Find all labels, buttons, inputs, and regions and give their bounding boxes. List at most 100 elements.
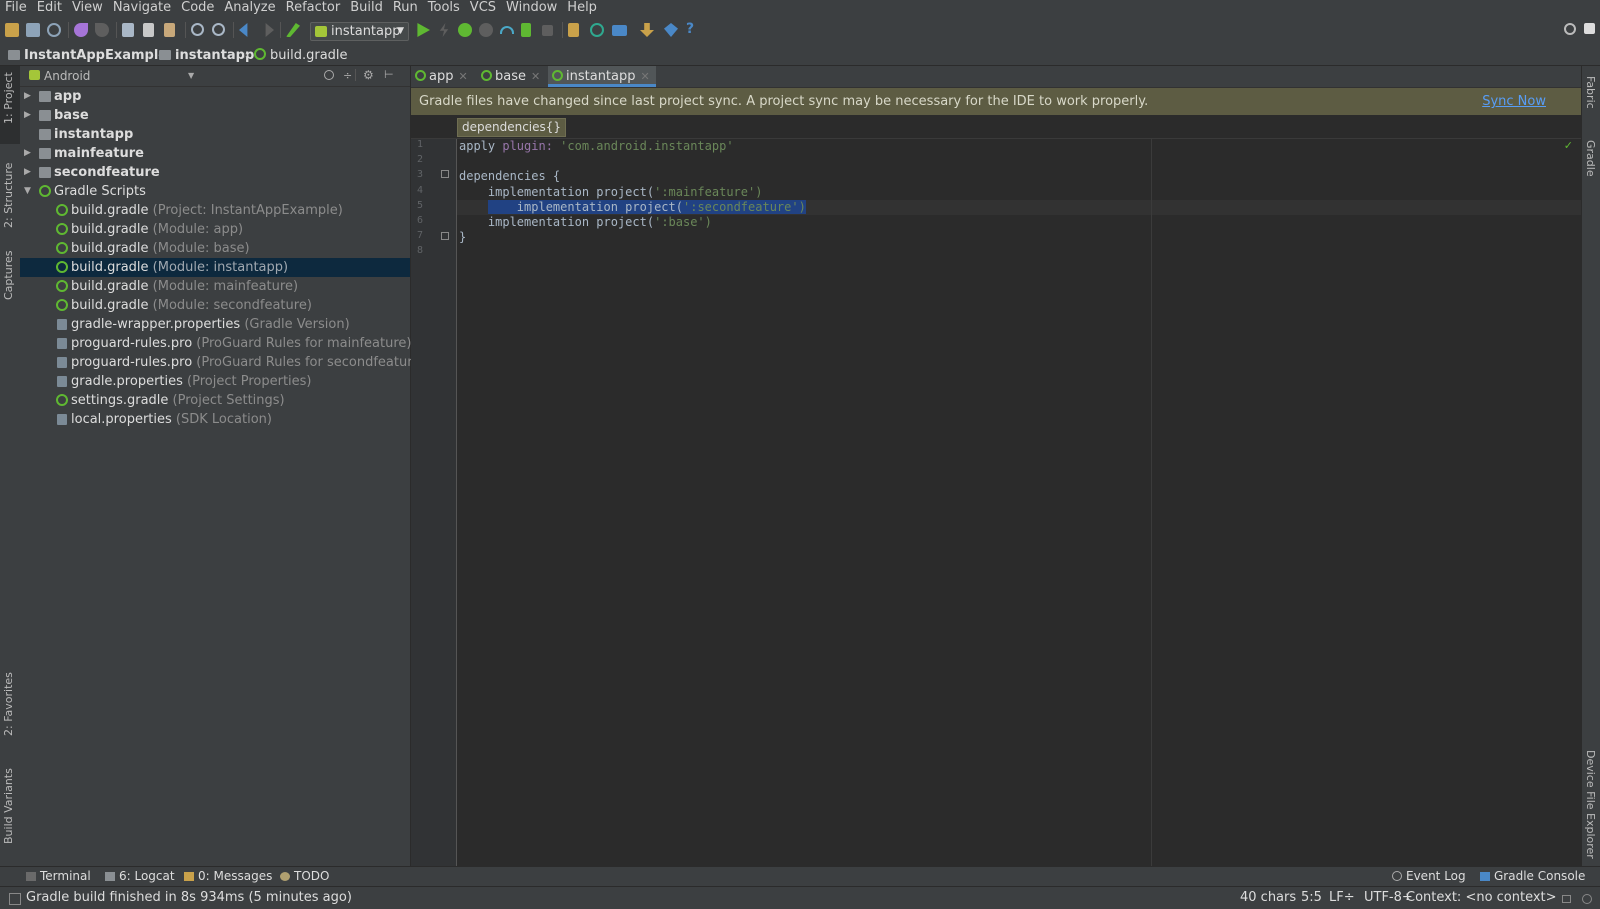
toggle-tool-windows-icon[interactable] xyxy=(9,893,21,905)
code-editor[interactable]: apply plugin: 'com.android.instantapp' d… xyxy=(457,139,1581,866)
logcat-tab[interactable]: 6: Logcat xyxy=(105,867,175,886)
undo-icon[interactable] xyxy=(74,23,88,37)
tree-item-settings-gradle[interactable]: settings.gradle (Project Settings) xyxy=(20,391,410,410)
chevron-right-icon[interactable]: ▶ xyxy=(24,144,31,163)
forward-icon[interactable] xyxy=(265,23,274,37)
android-device-monitor-icon[interactable] xyxy=(664,23,678,37)
tab-app[interactable]: app ✕ xyxy=(411,66,474,87)
tab-base[interactable]: base ✕ xyxy=(477,66,546,87)
messages-tab[interactable]: 0: Messages xyxy=(184,867,272,886)
tool-tab-build-variants[interactable]: Build Variants xyxy=(0,756,20,846)
tree-item-proguard-secondfeature[interactable]: proguard-rules.pro (ProGuard Rules for s… xyxy=(20,353,425,372)
sync-now-link[interactable]: Sync Now xyxy=(1482,88,1546,115)
tool-tab-project[interactable]: 1: Project xyxy=(0,66,20,144)
redo-icon[interactable] xyxy=(95,23,109,37)
tree-item-app[interactable]: ▶ app xyxy=(20,87,410,106)
cut-icon[interactable] xyxy=(122,23,134,37)
chevron-right-icon[interactable]: ▶ xyxy=(24,106,31,125)
menu-run[interactable]: Run xyxy=(388,0,423,15)
breadcrumb-module[interactable]: instantapp xyxy=(159,46,254,65)
run-icon[interactable] xyxy=(417,23,430,37)
terminal-tab[interactable]: Terminal xyxy=(26,867,91,886)
tree-item-local-properties[interactable]: local.properties (SDK Location) xyxy=(20,410,410,429)
menu-vcs[interactable]: VCS xyxy=(465,0,501,15)
paste-icon[interactable] xyxy=(164,23,175,37)
tree-item-gradle-scripts[interactable]: ▼ Gradle Scripts xyxy=(20,182,410,201)
tool-tab-captures[interactable]: Captures xyxy=(0,238,20,308)
coverage-icon[interactable] xyxy=(521,23,531,37)
tree-item-base[interactable]: ▶ base xyxy=(20,106,410,125)
find-icon[interactable] xyxy=(191,23,204,36)
hide-panel-icon[interactable]: ⊢ xyxy=(384,68,394,81)
stop-icon[interactable] xyxy=(542,25,553,36)
chevron-down-icon[interactable]: ▼ xyxy=(24,182,31,201)
tree-item-mainfeature[interactable]: ▶ mainfeature xyxy=(20,144,410,163)
tree-item-proguard-mainfeature[interactable]: proguard-rules.pro (ProGuard Rules for m… xyxy=(20,334,411,353)
menu-refactor[interactable]: Refactor xyxy=(281,0,346,15)
copy-icon[interactable] xyxy=(143,23,154,37)
run-configuration-dropdown[interactable]: instantapp ▼ xyxy=(310,22,409,41)
close-icon[interactable]: ✕ xyxy=(531,70,540,83)
chevron-right-icon[interactable]: ▶ xyxy=(24,163,31,182)
profile-icon[interactable] xyxy=(500,26,514,34)
tree-item-build-gradle-instantapp[interactable]: build.gradle (Module: instantapp) xyxy=(20,258,410,277)
gradle-console-tab[interactable]: Gradle Console xyxy=(1480,867,1585,886)
breadcrumb-project[interactable]: InstantAppExample xyxy=(8,46,167,65)
status-caret-position[interactable]: 5:5 xyxy=(1301,887,1322,909)
project-structure-icon[interactable] xyxy=(612,25,627,36)
debug-icon[interactable] xyxy=(458,23,472,37)
back-icon[interactable] xyxy=(239,23,248,37)
inspector-icon[interactable] xyxy=(1582,894,1592,904)
tree-item-gradle-properties[interactable]: gradle.properties (Project Properties) xyxy=(20,372,410,391)
menu-window[interactable]: Window xyxy=(501,0,562,15)
collapse-all-icon[interactable]: ÷ xyxy=(343,69,352,82)
chevron-down-icon[interactable]: ▼ xyxy=(188,66,194,86)
fold-icon[interactable] xyxy=(441,232,449,240)
menu-view[interactable]: View xyxy=(67,0,108,15)
tree-item-build-gradle-project[interactable]: build.gradle (Project: InstantAppExample… xyxy=(20,201,410,220)
tree-item-gradle-wrapper-properties[interactable]: gradle-wrapper.properties (Gradle Versio… xyxy=(20,315,410,334)
avd-manager-icon[interactable] xyxy=(568,23,579,37)
tree-item-build-gradle-app[interactable]: build.gradle (Module: app) xyxy=(20,220,410,239)
tree-item-build-gradle-secondfeature[interactable]: build.gradle (Module: secondfeature) xyxy=(20,296,410,315)
lock-icon[interactable] xyxy=(1562,895,1571,903)
menu-edit[interactable]: Edit xyxy=(32,0,67,15)
event-log-tab[interactable]: Event Log xyxy=(1392,867,1466,886)
apply-changes-icon[interactable] xyxy=(439,23,449,37)
breadcrumb-file[interactable]: build.gradle xyxy=(254,46,348,65)
tree-item-build-gradle-base[interactable]: build.gradle (Module: base) xyxy=(20,239,410,258)
tree-item-build-gradle-mainfeature[interactable]: build.gradle (Module: mainfeature) xyxy=(20,277,410,296)
status-line-separator[interactable]: LF÷ xyxy=(1329,887,1355,909)
sync-icon[interactable] xyxy=(47,23,61,37)
sdk-manager-icon[interactable] xyxy=(640,23,654,37)
menu-navigate[interactable]: Navigate xyxy=(108,0,176,15)
save-icon[interactable] xyxy=(26,23,40,37)
menu-help[interactable]: Help xyxy=(562,0,602,15)
tab-instantapp[interactable]: instantapp ✕ xyxy=(548,66,656,87)
menu-code[interactable]: Code xyxy=(176,0,219,15)
scroll-from-source-icon[interactable] xyxy=(324,70,334,80)
chevron-right-icon[interactable]: ▶ xyxy=(24,87,31,106)
menu-analyze[interactable]: Analyze xyxy=(219,0,280,15)
menu-tools[interactable]: Tools xyxy=(423,0,465,15)
make-project-icon[interactable] xyxy=(286,23,300,37)
fold-icon[interactable] xyxy=(441,170,449,178)
todo-tab[interactable]: TODO xyxy=(280,867,329,886)
tool-tab-favorites[interactable]: 2: Favorites xyxy=(0,662,20,742)
open-icon[interactable] xyxy=(5,23,19,37)
scope-breadcrumb[interactable]: dependencies{} xyxy=(457,118,567,137)
help-icon[interactable]: ? xyxy=(686,22,700,36)
close-icon[interactable]: ✕ xyxy=(458,70,467,83)
menu-file[interactable]: File xyxy=(0,0,32,15)
close-icon[interactable]: ✕ xyxy=(641,70,650,83)
tree-item-secondfeature[interactable]: ▶ secondfeature xyxy=(20,163,410,182)
attach-debugger-icon[interactable] xyxy=(479,23,493,37)
gear-icon[interactable]: ⚙ xyxy=(363,68,374,82)
status-context[interactable]: Context: <no context> xyxy=(1406,887,1557,909)
status-message[interactable]: Gradle build finished in 8s 934ms (5 min… xyxy=(26,887,352,909)
search-everywhere-icon[interactable] xyxy=(1564,23,1576,35)
tool-tab-structure[interactable]: 2: Structure xyxy=(0,152,20,230)
replace-icon[interactable] xyxy=(212,23,225,36)
gradle-sync-icon[interactable] xyxy=(590,23,604,37)
project-view-selector[interactable]: Android xyxy=(44,66,90,86)
